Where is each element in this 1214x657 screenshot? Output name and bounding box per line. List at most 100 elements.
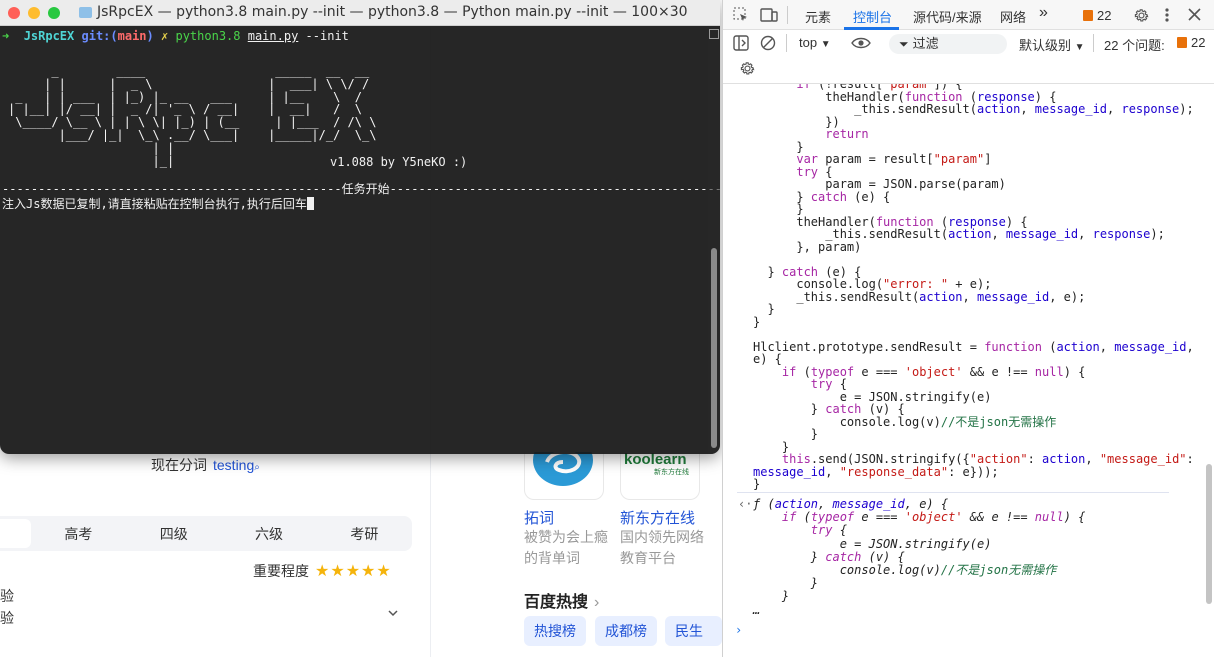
- console-entry-separator: [737, 492, 1169, 493]
- console-result-line[interactable]: if (typeof e === 'object' && e !== null)…: [753, 511, 1085, 524]
- close-button[interactable]: [8, 7, 20, 19]
- console-settings-row: [723, 56, 1214, 84]
- issues-summary[interactable]: 22 个问题:: [1104, 35, 1165, 54]
- command-line: ➜ JsRpcEX git:(main) ✗ python3.8 main.py…: [2, 29, 349, 44]
- command-file: main.py: [247, 29, 299, 43]
- exam-tab-gaokao[interactable]: 高考: [31, 524, 126, 544]
- hot-tab-main[interactable]: 热搜榜: [524, 616, 586, 646]
- terminal-titlebar[interactable]: JsRpcEX — python3.8 main.py --init — pyt…: [0, 0, 720, 26]
- console-result-line[interactable]: }: [753, 590, 789, 603]
- app-name-tuoci[interactable]: 拓词: [524, 507, 554, 528]
- app-desc-line: 教育平台: [620, 550, 676, 566]
- command-name: python3.8: [175, 29, 241, 43]
- hot-search-title[interactable]: 百度热搜 ›: [524, 588, 599, 612]
- tab-elements[interactable]: 元素: [805, 7, 831, 26]
- console-code-line: _this.sendResult(action, message_id, res…: [753, 102, 1194, 116]
- app-card-tuoci[interactable]: [524, 434, 604, 500]
- console-toolbar: top ▼ ⏷ 过滤 默认级别 ▼ 22 个问题: 22: [723, 30, 1214, 56]
- definition-fragment: 验: [0, 588, 14, 604]
- divider-label: 任务开始: [341, 182, 390, 196]
- exam-tab-kaoyan[interactable]: 考研: [317, 524, 412, 544]
- kebab-menu-icon[interactable]: [1164, 7, 1170, 23]
- tab-console[interactable]: 控制台: [853, 7, 892, 26]
- prompt-dir: JsRpcEX: [23, 29, 75, 43]
- issue-flag-icon: [1177, 37, 1187, 48]
- console-code-line: message_id, "response_data": e}));: [753, 464, 999, 479]
- tab-network[interactable]: 网络: [1000, 7, 1026, 26]
- clear-console-icon[interactable]: [760, 35, 776, 51]
- console-prompt-chevron[interactable]: ›: [735, 624, 742, 637]
- koolearn-logo-sub: 新东方在线: [654, 467, 689, 476]
- console-result-line[interactable]: } catch (v) {: [753, 551, 905, 564]
- log-level-value: 默认级别: [1019, 38, 1072, 53]
- close-icon[interactable]: [1188, 8, 1201, 21]
- tab-sources[interactable]: 源代码/来源: [913, 7, 982, 26]
- tuoci-logo-icon: [533, 434, 593, 486]
- console-code-line: }: [753, 477, 761, 491]
- console-result-line[interactable]: }: [753, 577, 818, 590]
- prompt-git: git:(: [81, 29, 118, 43]
- zoom-button[interactable]: [48, 7, 60, 19]
- filter-input[interactable]: ⏷ 过滤: [889, 34, 1007, 54]
- hot-tab-minsheng[interactable]: 民生榜: [665, 616, 722, 646]
- importance-label: 重要程度: [253, 563, 309, 579]
- divider-left: ----------------------------------------…: [2, 182, 342, 196]
- context-selector[interactable]: top ▼: [799, 35, 831, 50]
- present-participle-link[interactable]: testing: [213, 457, 254, 473]
- text-cursor: [306, 197, 314, 210]
- issues-summary-label: 22 个问题:: [1104, 38, 1165, 53]
- console-code-line: var param = result["param"]: [796, 152, 992, 166]
- prompt-dirty-mark: ✗: [161, 29, 169, 43]
- console-settings-gear-icon[interactable]: [739, 60, 756, 77]
- exam-tab-cet6[interactable]: 六级: [221, 524, 316, 544]
- status-message-text: 注入Js数据已复制,请直接粘贴在控制台执行,执行后回车: [2, 197, 307, 211]
- issues-badge[interactable]: 22: [1083, 8, 1111, 23]
- star-rating: ★★★★★: [315, 563, 392, 580]
- toolbar-separator: [787, 6, 788, 24]
- console-code-line: _this.sendResult(action, message_id, e);: [753, 289, 1086, 304]
- console-result-line[interactable]: try {: [753, 524, 847, 537]
- exam-tab-cet4[interactable]: 四级: [126, 524, 221, 544]
- app-desc-tuoci: 被赞为会上瘾 的背单词: [524, 527, 608, 569]
- filter-placeholder: 过滤: [912, 36, 939, 51]
- console-result-line[interactable]: e = JSON.stringify(e): [753, 538, 992, 551]
- issues-summary-badge[interactable]: 22: [1177, 35, 1205, 50]
- chevron-right-icon: ›: [594, 594, 600, 611]
- toolbar-separator: [786, 34, 787, 52]
- definition-fragment: 验: [0, 610, 14, 626]
- console-result-line[interactable]: console.log(v)//不是json无需操作: [753, 564, 1057, 577]
- settings-gear-icon[interactable]: [1133, 7, 1150, 24]
- list-icon[interactable]: [709, 29, 719, 39]
- chevron-down-icon[interactable]: [386, 606, 400, 620]
- exam-tab-selected[interactable]: [0, 519, 31, 548]
- console-result-line[interactable]: …: [753, 604, 760, 617]
- app-card-koolearn[interactable]: koolearn 新东方在线: [620, 451, 700, 500]
- more-tabs-icon[interactable]: »: [1039, 4, 1048, 22]
- console-code-line: _this.sendResult(action, message_id, res…: [753, 227, 1165, 241]
- sidebar-toggle-icon[interactable]: [733, 35, 749, 51]
- app-name-koolearn[interactable]: 新东方在线: [620, 507, 695, 528]
- log-level-selector[interactable]: 默认级别 ▼: [1019, 35, 1085, 54]
- console-code-line: }: [753, 202, 804, 216]
- search-icon[interactable]: ⌕: [254, 462, 260, 473]
- device-toolbar-icon[interactable]: [760, 7, 778, 23]
- inspect-element-icon[interactable]: [733, 7, 749, 23]
- importance-row: 重要程度 ★★★★★: [253, 561, 392, 581]
- hot-tab-chengdu[interactable]: 成都榜: [595, 616, 657, 646]
- ascii-logo: _ ____ _____ __ __ | | | _ \ | ___| \ \/…: [8, 64, 377, 168]
- console-output[interactable]: if (!result["param"]) { theHandler(funct…: [723, 84, 1203, 657]
- minimize-button[interactable]: [28, 7, 40, 19]
- status-message: 注入Js数据已复制,请直接粘贴在控制台执行,执行后回车: [2, 197, 314, 212]
- terminal-window[interactable]: JsRpcEX — python3.8 main.py --init — pyt…: [0, 0, 720, 454]
- scroll-thumb[interactable]: [711, 248, 717, 448]
- divider-right: ----------------------------------------…: [389, 182, 720, 196]
- console-scrollbar-thumb[interactable]: [1206, 464, 1212, 604]
- console-code-line: }: [753, 427, 819, 441]
- command-arg: --init: [305, 29, 349, 43]
- terminal-scrollbar[interactable]: [708, 26, 720, 454]
- console-result-line[interactable]: ƒ (action, message_id, e) {: [753, 498, 948, 511]
- terminal-output[interactable]: ➜ JsRpcEX git:(main) ✗ python3.8 main.py…: [0, 26, 720, 454]
- live-expression-eye-icon[interactable]: [851, 37, 871, 49]
- console-code-line: Hlclient.prototype.sendResult = function…: [753, 339, 1194, 354]
- folder-icon: [79, 6, 92, 18]
